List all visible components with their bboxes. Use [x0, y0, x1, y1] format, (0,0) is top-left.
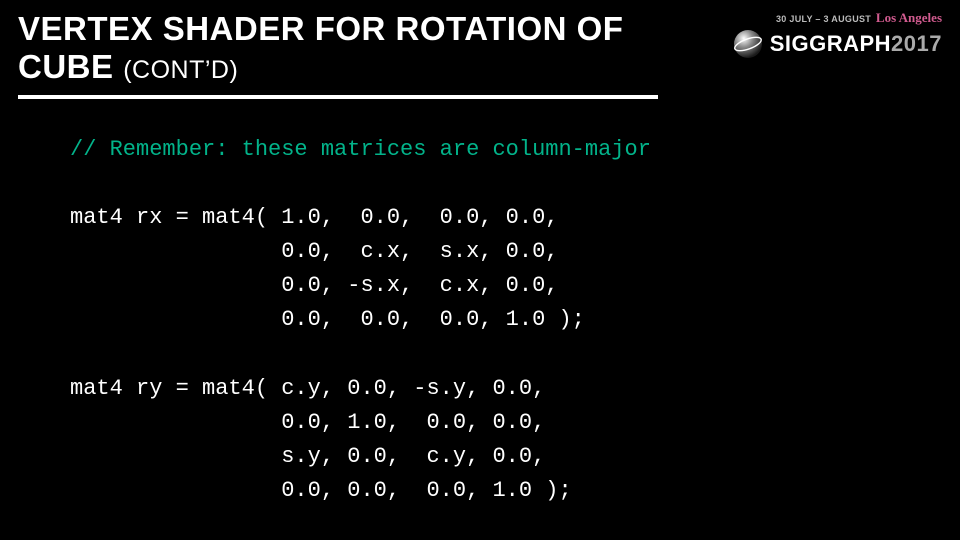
rx-row-1: mat4 rx = mat4( 1.0, 0.0, 0.0, 0.0, [70, 205, 558, 230]
slide: VERTEX SHADER FOR ROTATION OF CUBE (CONT… [0, 0, 960, 540]
code-comment: // Remember: these matrices are column-m… [70, 137, 651, 162]
siggraph-orb-icon [732, 28, 764, 60]
dates-text: 30 JULY – 3 AUGUST [776, 14, 871, 24]
conference-brand: 30 JULY – 3 AUGUST Los Angeles SIGGRAPH2… [682, 10, 942, 88]
siggraph-wordmark: SIGGRAPH2017 [770, 31, 942, 57]
brand-name: SIGGRAPH [770, 31, 891, 56]
rx-row-3: 0.0, -s.x, c.x, 0.0, [70, 273, 558, 298]
title-cube: CUBE [18, 48, 123, 85]
title-line-2: CUBE (CONT’D) [18, 48, 680, 86]
title-line-1: VERTEX SHADER FOR ROTATION OF [18, 10, 680, 48]
ry-row-2: 0.0, 1.0, 0.0, 0.0, [70, 410, 545, 435]
city-text: Los Angeles [876, 10, 942, 25]
logo-row: SIGGRAPH2017 [682, 28, 942, 60]
conference-dates: 30 JULY – 3 AUGUST Los Angeles [682, 10, 942, 26]
ry-row-3: s.y, 0.0, c.y, 0.0, [70, 444, 545, 469]
header-divider [18, 95, 658, 99]
rx-row-2: 0.0, c.x, s.x, 0.0, [70, 239, 558, 264]
code-block: // Remember: these matrices are column-m… [70, 133, 651, 508]
rx-row-4: 0.0, 0.0, 0.0, 1.0 ); [70, 307, 585, 332]
ry-row-4: 0.0, 0.0, 0.0, 1.0 ); [70, 478, 572, 503]
slide-title: VERTEX SHADER FOR ROTATION OF CUBE (CONT… [18, 10, 680, 86]
title-contd: (CONT’D) [123, 56, 238, 84]
brand-year: 2017 [891, 31, 942, 56]
ry-row-1: mat4 ry = mat4( c.y, 0.0, -s.y, 0.0, [70, 376, 545, 401]
